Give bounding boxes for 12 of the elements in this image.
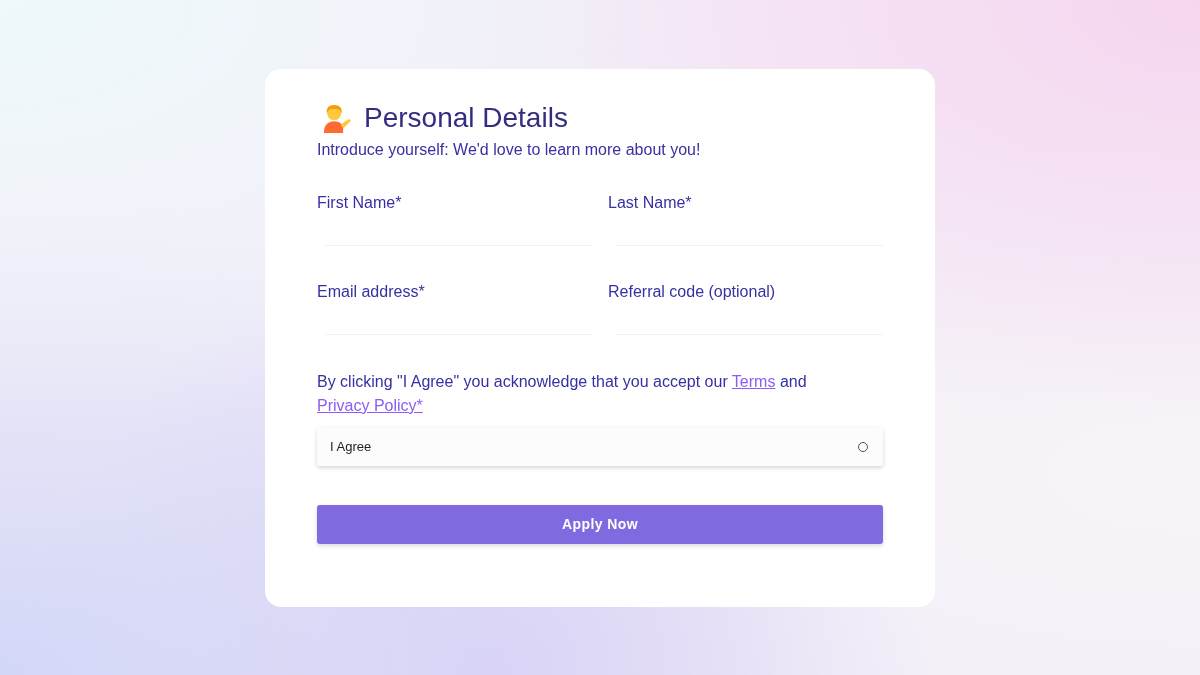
text-link[interactable]: Privacy Policy* — [317, 397, 423, 414]
form-subtitle: Introduce yourself: We'd love to learn more about you! — [317, 140, 702, 160]
form-title: Personal Details — [364, 101, 568, 135]
radio-option[interactable]: I Agree — [317, 427, 883, 466]
text-link[interactable]: Terms — [731, 373, 776, 390]
apply-button[interactable]: Apply Now — [317, 505, 883, 544]
person-icon — [322, 103, 352, 133]
field-label: Email address* — [317, 282, 426, 302]
field-label: Referral code (optional) — [608, 282, 777, 302]
consent-text: By clicking "I Agree" you acknowledge that you accept our Terms and Privacy Policy* — [317, 372, 808, 416]
field-label: Last Name* — [608, 193, 693, 213]
field-label: First Name* — [317, 193, 403, 213]
